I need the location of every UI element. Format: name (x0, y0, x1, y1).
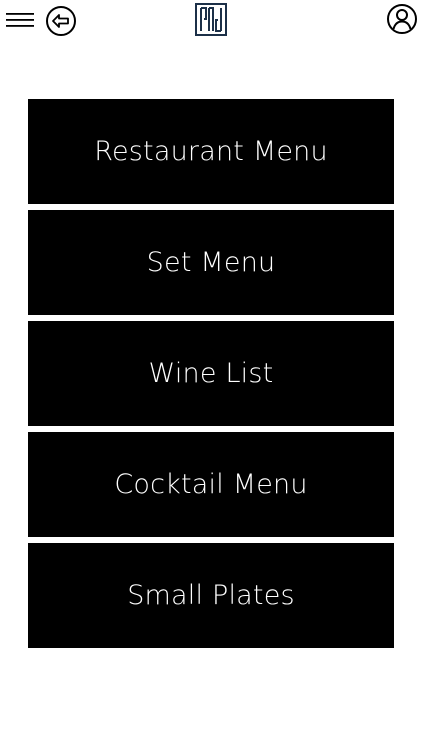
user-profile-icon[interactable] (386, 3, 418, 35)
top-bar (0, 0, 422, 44)
menu-button-label: Restaurant Menu (94, 136, 328, 167)
menu-button-label: Wine List (148, 358, 274, 389)
set-menu-button[interactable]: Set Menu (28, 210, 394, 315)
menu-button-label: Cocktail Menu (114, 469, 308, 500)
restaurant-menu-button[interactable]: Restaurant Menu (28, 99, 394, 204)
cocktail-menu-button[interactable]: Cocktail Menu (28, 432, 394, 537)
menu-button-label: Set Menu (146, 247, 276, 278)
small-plates-button[interactable]: Small Plates (28, 543, 394, 648)
back-arrow-icon[interactable] (44, 4, 78, 38)
menu-button-label: Small Plates (127, 580, 295, 611)
menu-list: Restaurant Menu Set Menu Wine List Cockt… (28, 99, 394, 654)
logo-icon[interactable] (195, 3, 227, 36)
hamburger-menu-icon[interactable] (5, 9, 35, 31)
wine-list-button[interactable]: Wine List (28, 321, 394, 426)
